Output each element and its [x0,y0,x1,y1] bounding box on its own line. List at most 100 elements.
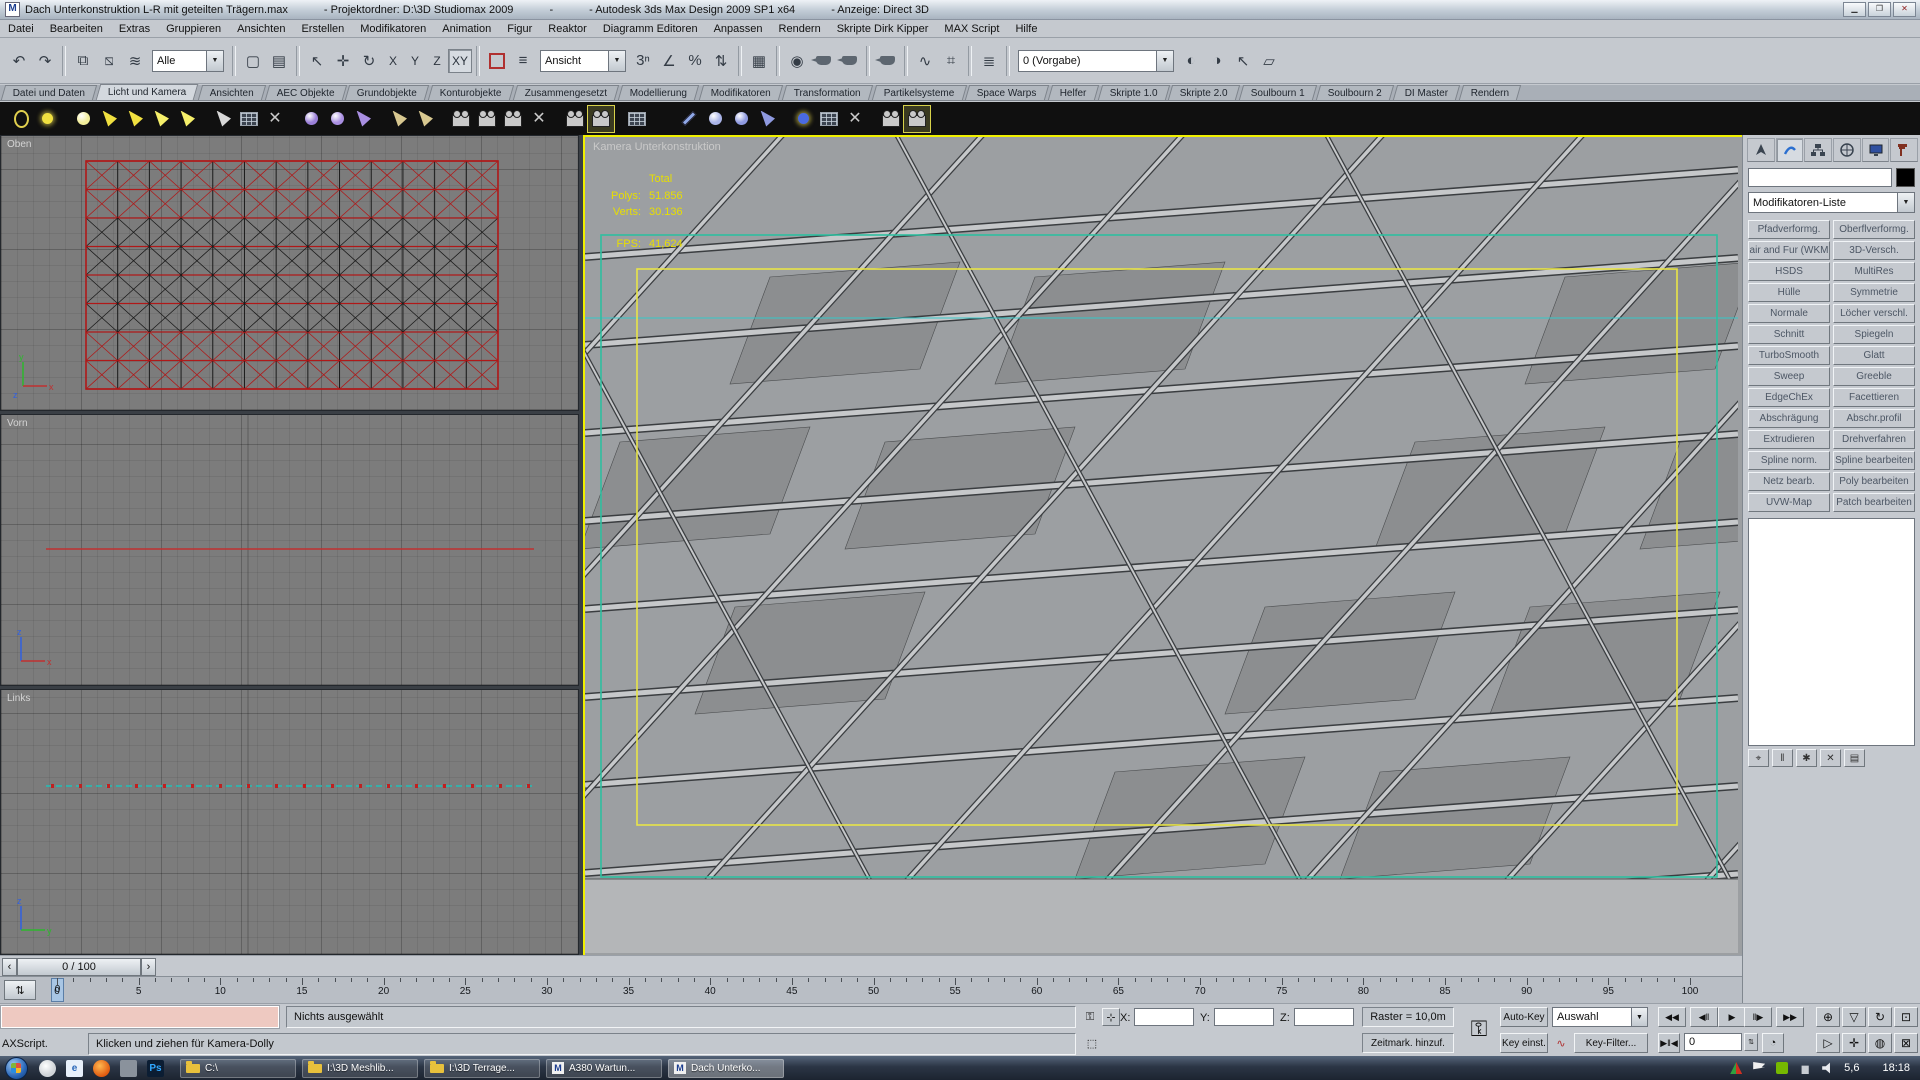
redo-icon[interactable]: ↷ [32,48,58,74]
free-direct-icon[interactable] [174,106,200,132]
camera-pair-icon[interactable] [448,106,474,132]
modifier-button-spline-bearbeiten[interactable]: Spline bearbeiten [1833,451,1915,470]
tray-nvidia-icon[interactable] [1775,1061,1789,1075]
time-slider-handle[interactable]: 0 / 100 [17,958,141,976]
remove-modifier-icon[interactable]: ✕ [1820,749,1841,767]
modifier-button-normale[interactable]: Normale [1748,304,1830,323]
modifier-button-edgechex[interactable]: EdgeChEx [1748,388,1830,407]
taskbar-button-0[interactable]: C:\ [180,1059,296,1078]
next-frame-button[interactable]: › [141,958,156,976]
x-coordinate-field[interactable] [1134,1008,1194,1026]
spinner-snap-icon[interactable]: ⇅ [708,48,734,74]
maximize-button[interactable]: ❐ [1868,2,1891,17]
modifier-button-3d-versch-[interactable]: 3D-Versch. [1833,241,1915,260]
tab-space-warps[interactable]: Space Warps [965,85,1049,100]
key-filter-button[interactable]: Key-Filter... [1574,1033,1648,1053]
target-direct-icon[interactable] [148,106,174,132]
pan-hand-icon[interactable]: ✛ [1842,1033,1866,1053]
tab-transformation[interactable]: Transformation [782,85,873,100]
cp-tab-utilities[interactable] [1890,138,1918,162]
render-iterate-icon[interactable]: ◑ [1204,48,1230,74]
modifier-button-patch-bearbeiten[interactable]: Patch bearbeiten [1833,493,1915,512]
align-icon[interactable]: ≡ [510,48,536,74]
quicklaunch-firefox-icon[interactable] [93,1060,110,1077]
angle-snap-icon[interactable]: ∠ [656,48,682,74]
camera-extra-icon[interactable] [878,106,904,132]
modifier-button-poly-bearbeiten[interactable]: Poly bearbeiten [1833,472,1915,491]
selection-fence-icon[interactable]: ▤ [266,48,292,74]
prev-frame-button[interactable]: ◀‖ [1690,1007,1718,1027]
cp-tab-motion[interactable] [1833,138,1861,162]
tab-modifikatoren[interactable]: Modifikatoren [699,85,783,100]
close-button[interactable]: ✕ [1893,2,1916,17]
menu-item-figur[interactable]: Figur [499,22,540,36]
make-unique-icon[interactable]: ✱ [1796,749,1817,767]
object-name-field[interactable] [1748,168,1892,187]
menu-item-ansichten[interactable]: Ansichten [229,22,293,36]
menu-item-datei[interactable]: Datei [0,22,42,36]
tray-usb-icon[interactable] [1798,1061,1812,1075]
prev-frame-button[interactable]: ‹ [2,958,17,976]
pin-stack-icon[interactable]: ⌖ [1748,749,1769,767]
reference-coordinate-dropdown[interactable]: Ansicht▼ [540,50,626,72]
tab-aec-objekte[interactable]: AEC Objekte [264,85,346,100]
tray-volume-icon[interactable] [1821,1061,1835,1075]
viewport-camera[interactable]: Kamera Unterkonstruktion Total Polys: 51… [583,135,1744,959]
cp-tab-modify[interactable] [1776,138,1804,162]
auto-key-button[interactable]: Auto-Key [1500,1007,1548,1027]
time-configuration-icon[interactable]: ◔ [1762,1033,1784,1053]
tab-modellierung[interactable]: Modellierung [618,85,700,100]
viewport-front[interactable]: Vorn zx [0,414,579,686]
environment-teapot-icon[interactable] [874,48,900,74]
camera-pair2-icon[interactable] [474,106,500,132]
render-region-icon[interactable]: ▱ [1256,48,1282,74]
modifier-button-spline-norm-[interactable]: Spline norm. [1748,451,1830,470]
modifier-button-l-cher-verschl-[interactable]: Löcher verschl. [1833,304,1915,323]
bulb-light-icon[interactable] [70,106,96,132]
snap-toggle-3d-icon[interactable]: 3ⁿ [630,48,656,74]
go-to-end-button[interactable]: ▶▶ [1776,1007,1804,1027]
delete-camera-icon[interactable]: ✕ [526,106,552,132]
next-frame-button[interactable]: ‖▶ [1744,1007,1772,1027]
taskbar-button-1[interactable]: I:\3D Meshlib... [302,1059,418,1078]
menu-item-anpassen[interactable]: Anpassen [706,22,771,36]
tab-soulbourn-2[interactable]: Soulbourn 2 [1316,85,1394,100]
axis-constraint-z[interactable]: Z [426,50,448,72]
key-mode-toggle[interactable]: ▶‖◀ [1658,1033,1680,1053]
camera-select-icon[interactable] [588,106,614,132]
camera-create-icon[interactable] [562,106,588,132]
lock-selection-toggle[interactable]: ⚿ [1082,1008,1098,1026]
tab-skripte-2-0[interactable]: Skripte 2.0 [1168,85,1240,100]
add-time-tag-field[interactable]: Zeitmark. hinzuf. [1362,1033,1454,1053]
tab-soulbourn-1[interactable]: Soulbourn 1 [1239,85,1317,100]
viewport-top[interactable]: Oben yxz [0,135,579,411]
unlink-selection-icon[interactable]: ⧅ [96,48,122,74]
selection-filter-dropdown[interactable]: Alle▼ [152,50,224,72]
axis-constraint-xy[interactable]: XY [448,49,472,73]
orbit-icon[interactable]: ◍ [1868,1033,1892,1053]
taskbar-button-4[interactable]: MDach Unterko... [668,1059,784,1078]
spot-tan2-icon[interactable] [412,106,438,132]
menu-item-modifikatoren[interactable]: Modifikatoren [352,22,434,36]
modifier-button-symmetrie[interactable]: Symmetrie [1833,283,1915,302]
modifier-button-glatt[interactable]: Glatt [1833,346,1915,365]
maxscript-mini-listener[interactable] [1,1006,279,1028]
delete2-icon[interactable]: ✕ [842,106,868,132]
tray-gpu-icon[interactable] [1729,1061,1743,1075]
go-to-start-button[interactable]: ◀◀ [1658,1007,1686,1027]
tab-licht-und-kamera[interactable]: Licht und Kamera [96,84,199,100]
rays-tool-icon[interactable] [754,106,780,132]
modifier-button-air-and-fur-wkm[interactable]: air and Fur (WKM [1748,241,1830,260]
modifier-button-hsds[interactable]: HSDS [1748,262,1830,281]
menu-item-erstellen[interactable]: Erstellen [293,22,352,36]
modifier-button-abschr-gung[interactable]: Abschrägung [1748,409,1830,428]
quicklaunch-ie-icon[interactable]: e [66,1060,83,1077]
sun-light-icon[interactable] [34,106,60,132]
tab-partikelsysteme[interactable]: Partikelsysteme [871,85,966,100]
frame-number-field[interactable]: 0 [1684,1033,1742,1051]
grid-helper-icon[interactable] [624,106,650,132]
zoom-mode-icon[interactable]: ▷ [1816,1033,1840,1053]
y-coordinate-field[interactable] [1214,1008,1274,1026]
modifier-list-dropdown[interactable]: Modifikatoren-Liste ▼ [1748,192,1915,213]
set-key-mode-button[interactable]: Key einst. [1500,1033,1548,1053]
